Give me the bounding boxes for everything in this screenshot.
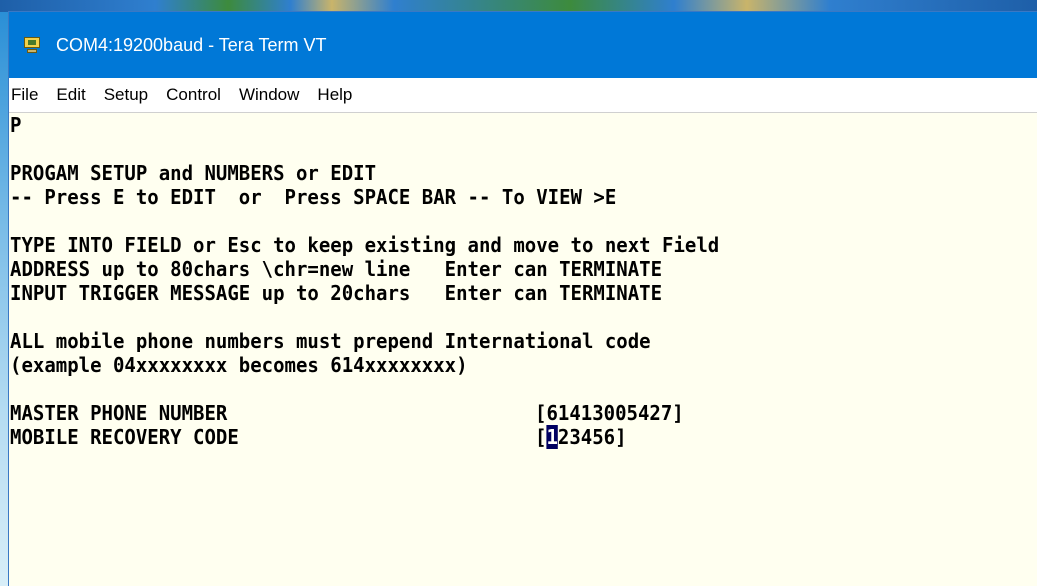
terminal-line: ALL mobile phone numbers must prepend In… xyxy=(10,329,651,353)
recovery-code-label: MOBILE RECOVERY CODE xyxy=(10,425,239,449)
tera-term-window: COM4:19200baud - Tera Term VT File Edit … xyxy=(9,12,1037,586)
menu-edit[interactable]: Edit xyxy=(47,85,94,105)
menu-setup[interactable]: Setup xyxy=(95,85,157,105)
master-phone-field[interactable]: [61413005427] xyxy=(535,401,684,425)
terminal-line: PROGAM SETUP and NUMBERS or EDIT xyxy=(10,161,377,185)
terminal-line: -- Press E to EDIT or Press SPACE BAR --… xyxy=(10,185,617,209)
title-bar[interactable]: COM4:19200baud - Tera Term VT xyxy=(9,12,1037,78)
menu-help[interactable]: Help xyxy=(308,85,361,105)
menu-bar: File Edit Setup Control Window Help xyxy=(9,78,1037,113)
terminal-cursor: 1 xyxy=(546,425,558,449)
desktop-background-edge xyxy=(0,12,9,586)
recovery-open-bracket: [ xyxy=(535,425,547,449)
master-phone-label: MASTER PHONE NUMBER xyxy=(10,401,228,425)
recovery-code-field[interactable]: [123456] xyxy=(535,425,627,449)
menu-control[interactable]: Control xyxy=(157,85,230,105)
terminal-line: TYPE INTO FIELD or Esc to keep existing … xyxy=(10,233,720,257)
window-title: COM4:19200baud - Tera Term VT xyxy=(56,34,327,55)
terminal-line: INPUT TRIGGER MESSAGE up to 20chars Ente… xyxy=(10,281,663,305)
recovery-code-digits: 23456] xyxy=(557,425,627,449)
desktop-background-strip xyxy=(0,0,1037,12)
terminal-line: (example 04xxxxxxxx becomes 614xxxxxxxx) xyxy=(10,353,468,377)
terminal-screen[interactable]: P PROGAM SETUP and NUMBERS or EDIT -- Pr… xyxy=(9,113,1037,586)
menu-file[interactable]: File xyxy=(9,85,47,105)
terminal-line: P xyxy=(10,113,22,137)
terminal-line: ADDRESS up to 80chars \chr=new line Ente… xyxy=(10,257,663,281)
menu-window[interactable]: Window xyxy=(230,85,308,105)
tera-term-app-icon[interactable] xyxy=(24,37,40,53)
